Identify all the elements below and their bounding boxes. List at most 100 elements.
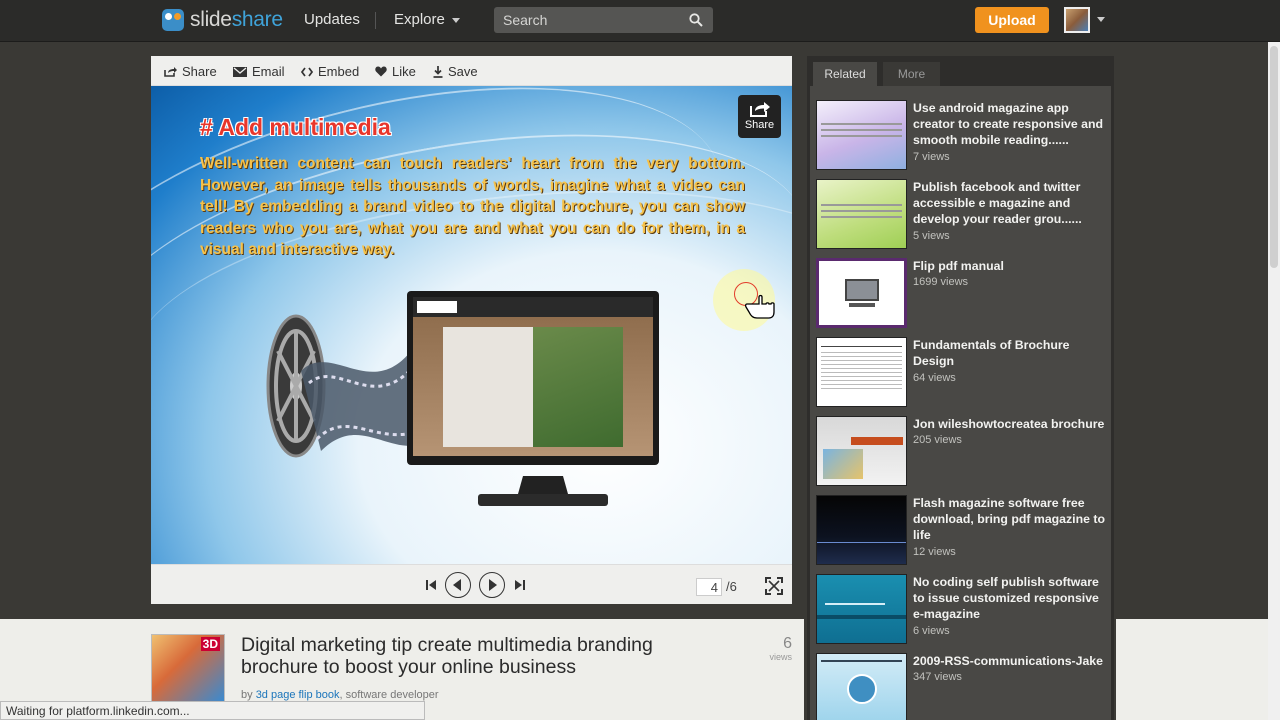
related-item[interactable]: No coding self publish software to issue… bbox=[816, 574, 1106, 646]
related-thumbnail bbox=[816, 416, 907, 486]
related-item[interactable]: Publish facebook and twitter accessible … bbox=[816, 179, 1106, 251]
nav-explore-label: Explore bbox=[394, 11, 445, 28]
related-title: Publish facebook and twitter accessible … bbox=[913, 180, 1082, 226]
book-left-page bbox=[443, 327, 533, 447]
player-controls: /6 bbox=[151, 564, 792, 604]
share-overlay-label: Share bbox=[744, 119, 775, 131]
related-thumbnail bbox=[816, 574, 907, 644]
nav-updates[interactable]: Updates bbox=[304, 11, 360, 28]
play-forward-icon bbox=[489, 579, 497, 591]
thumbnail-text-line bbox=[821, 346, 902, 347]
monitor-graphic bbox=[845, 279, 879, 301]
monitor-stand bbox=[478, 476, 608, 506]
author-link[interactable]: 3d page flip book bbox=[256, 689, 340, 701]
hand-cursor-icon bbox=[745, 294, 775, 319]
monitor-illustration bbox=[407, 291, 659, 465]
chevron-down-icon bbox=[451, 17, 460, 23]
related-item[interactable]: 2009-RSS-communications-Jake 347 views bbox=[816, 653, 1106, 720]
thumbnail-text-line bbox=[821, 372, 902, 373]
related-title: Flip pdf manual bbox=[913, 259, 1004, 273]
thumbnail-text-line bbox=[821, 388, 902, 389]
related-thumbnail bbox=[816, 258, 907, 328]
email-icon bbox=[233, 66, 247, 77]
thumbnail-text-line bbox=[821, 660, 902, 662]
last-slide-icon[interactable] bbox=[514, 579, 526, 591]
search-icon[interactable] bbox=[689, 13, 703, 27]
embed-icon bbox=[301, 66, 313, 77]
related-views: 347 views bbox=[913, 671, 962, 683]
monitor-screen bbox=[413, 297, 653, 456]
thumbnail-horizon-line bbox=[817, 542, 906, 543]
views-count: 6 bbox=[783, 635, 792, 652]
flipbook-toolbar bbox=[413, 297, 653, 317]
thumbnail-text-line bbox=[821, 129, 902, 131]
thumbnail-text-line bbox=[821, 204, 902, 206]
previous-slide-button[interactable] bbox=[445, 572, 471, 598]
search-box bbox=[494, 7, 713, 33]
fullscreen-icon[interactable] bbox=[765, 577, 783, 595]
like-label: Like bbox=[392, 64, 416, 79]
like-button[interactable]: Like bbox=[375, 64, 416, 79]
related-views: 6 views bbox=[913, 625, 950, 637]
share-overlay-button[interactable]: Share bbox=[738, 95, 781, 138]
related-title: Fundamentals of Brochure Design bbox=[913, 338, 1070, 368]
slideshare-logo[interactable]: slideshare bbox=[162, 6, 283, 34]
related-views: 64 views bbox=[913, 372, 956, 384]
page-number-input[interactable] bbox=[696, 578, 722, 596]
heart-icon bbox=[375, 66, 387, 77]
thumbnail-text-line bbox=[821, 356, 902, 357]
author-line: by 3d page flip book, software developer bbox=[241, 689, 439, 701]
next-slide-button[interactable] bbox=[479, 572, 505, 598]
save-button[interactable]: Save bbox=[433, 64, 478, 79]
nav-explore[interactable]: Explore bbox=[394, 11, 460, 28]
related-title: Jon wileshowtocreatea brochure bbox=[913, 417, 1105, 431]
save-label: Save bbox=[448, 64, 478, 79]
thumbnail-text-line bbox=[821, 123, 902, 125]
avatar-menu-chevron-icon[interactable] bbox=[1097, 17, 1105, 22]
thumbnail-text-line bbox=[821, 368, 902, 369]
thumbnail-image bbox=[823, 449, 863, 479]
thumbnail-heading bbox=[851, 437, 903, 445]
page-background-strip bbox=[1116, 619, 1280, 720]
slide-body-text: Well-written content can touch readers' … bbox=[200, 155, 745, 258]
thumbnail-text-line bbox=[821, 380, 902, 381]
related-item[interactable]: Fundamentals of Brochure Design 64 views bbox=[816, 337, 1106, 409]
share-label: Share bbox=[182, 64, 217, 79]
related-item[interactable]: Flash magazine software free download, b… bbox=[816, 495, 1106, 567]
embed-button[interactable]: Embed bbox=[301, 64, 359, 79]
book-right-page bbox=[533, 327, 623, 447]
first-slide-icon[interactable] bbox=[425, 579, 437, 591]
related-item[interactable]: Jon wileshowtocreatea brochure 205 views bbox=[816, 416, 1106, 488]
related-thumbnail bbox=[816, 179, 907, 249]
slide-title: # Add multimedia bbox=[200, 114, 391, 140]
tab-related[interactable]: Related bbox=[813, 62, 877, 86]
avatar[interactable] bbox=[1064, 7, 1090, 33]
thumbnail-text-line bbox=[821, 135, 902, 137]
embed-label: Embed bbox=[318, 64, 360, 79]
related-thumbnail bbox=[816, 337, 907, 407]
document-title: Digital marketing tip create multimedia … bbox=[241, 634, 653, 678]
email-button[interactable]: Email bbox=[233, 64, 285, 79]
email-label: Email bbox=[252, 64, 285, 79]
share-button[interactable]: Share bbox=[164, 64, 217, 79]
page-scrollbar-thumb[interactable] bbox=[1270, 46, 1278, 268]
browser-status-bar: Waiting for platform.linkedin.com... bbox=[0, 701, 425, 720]
thumbnail-text-line bbox=[821, 210, 902, 212]
related-thumbnail bbox=[816, 495, 907, 565]
author-role: , software developer bbox=[339, 689, 439, 701]
upload-button[interactable]: Upload bbox=[975, 7, 1049, 33]
related-item[interactable]: Use android magazine app creator to crea… bbox=[816, 100, 1106, 172]
top-bar: slideshare Updates Explore Upload bbox=[0, 0, 1280, 42]
related-item[interactable]: Flip pdf manual 1699 views bbox=[816, 258, 1106, 330]
related-views: 5 views bbox=[913, 230, 950, 242]
related-title: Use android magazine app creator to crea… bbox=[913, 101, 1103, 147]
download-icon bbox=[433, 65, 443, 78]
thumbnail-text-line bbox=[821, 376, 902, 377]
slideshare-logo-icon bbox=[162, 9, 184, 31]
monitor-base-graphic bbox=[849, 303, 875, 307]
document-thumbnail[interactable] bbox=[151, 634, 225, 702]
tab-more[interactable]: More bbox=[883, 62, 940, 86]
slide-canvas[interactable]: # Add multimedia Well-written content ca… bbox=[151, 86, 792, 564]
related-list: Use android magazine app creator to crea… bbox=[810, 86, 1111, 720]
search-input[interactable] bbox=[494, 7, 684, 33]
